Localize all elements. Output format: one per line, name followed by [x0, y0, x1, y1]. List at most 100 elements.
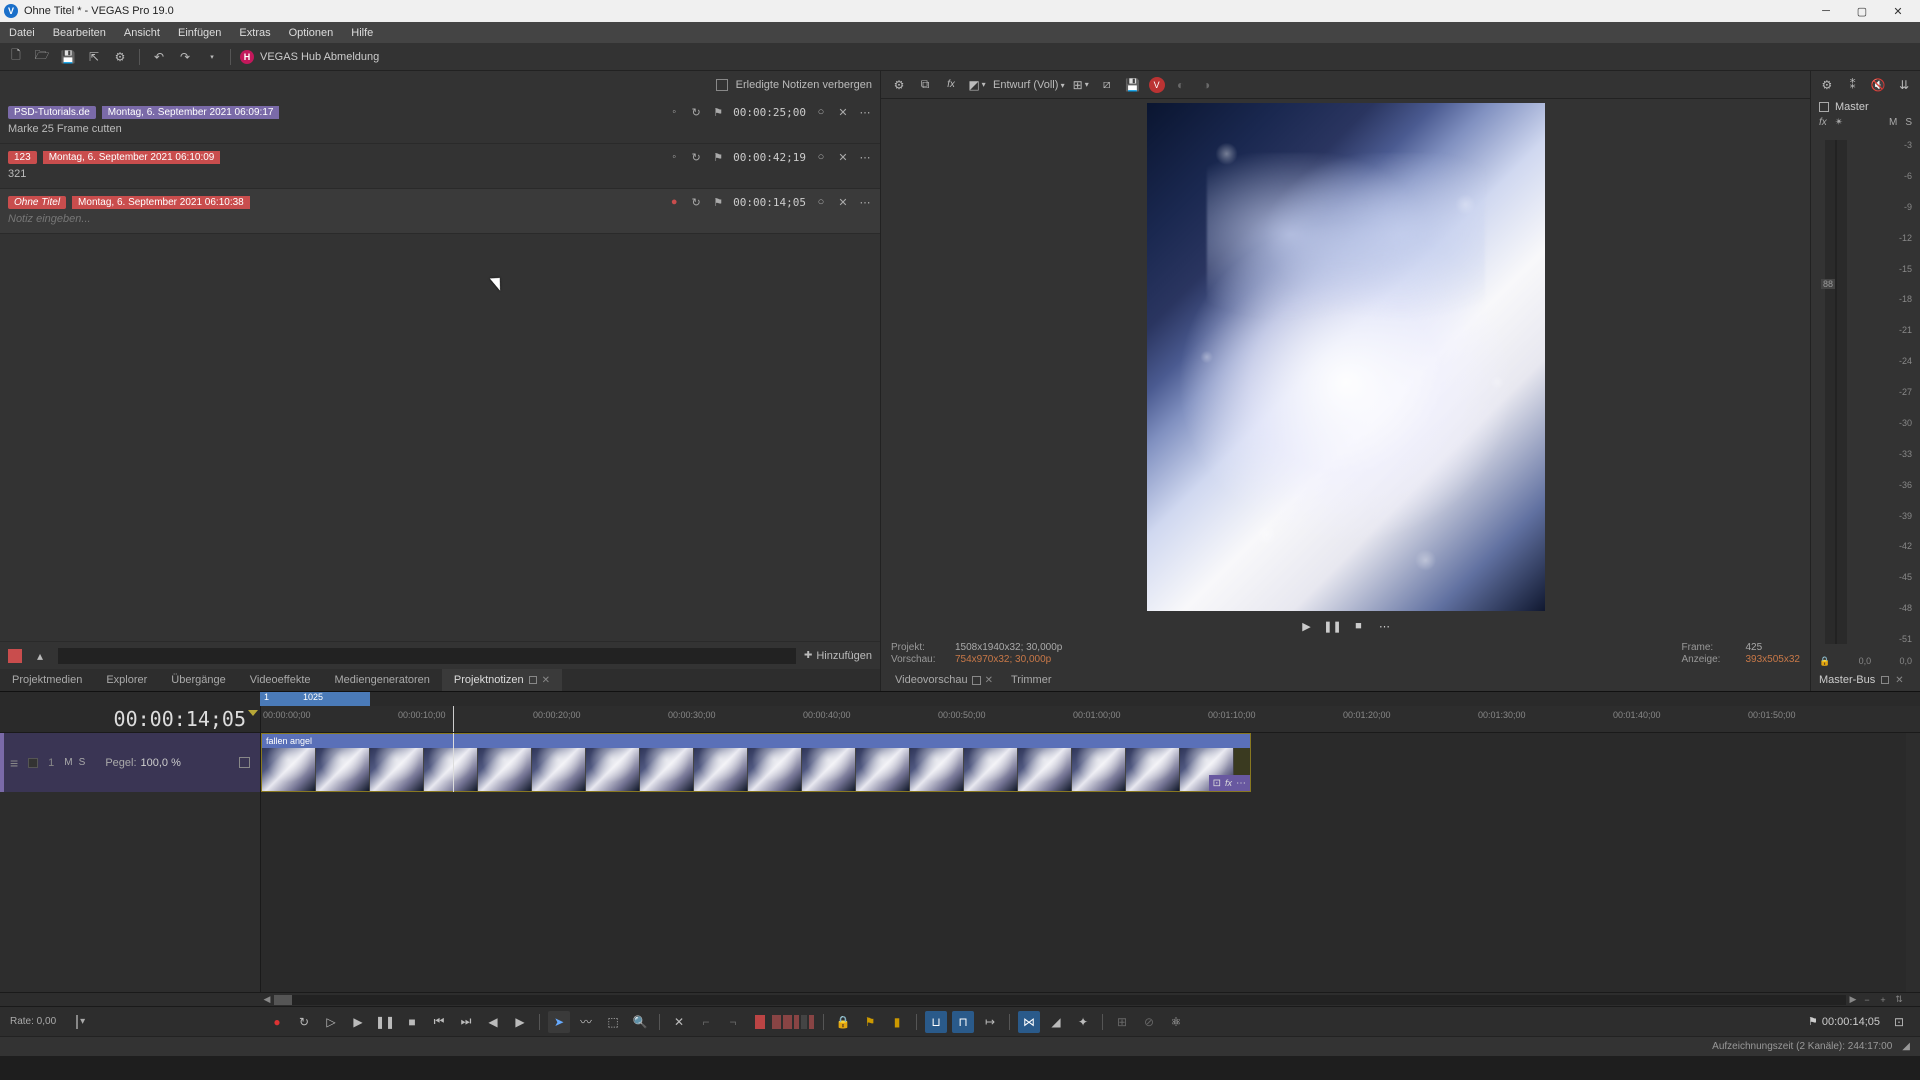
- mixer-icon[interactable]: ✦: [1072, 1011, 1094, 1033]
- tab-uebergaenge[interactable]: Übergänge: [159, 669, 237, 691]
- note-flag-icon[interactable]: ⚑: [711, 150, 725, 164]
- preview-quality-dropdown[interactable]: Entwurf (Voll): [993, 79, 1065, 91]
- note-assign-icon[interactable]: ↻: [689, 195, 703, 209]
- note-done-icon[interactable]: ○: [814, 150, 828, 164]
- preview-pause-icon[interactable]: ❚❚: [1325, 618, 1341, 634]
- note-body[interactable]: Marke 25 Frame cutten: [8, 123, 872, 135]
- preview-overlay-icon[interactable]: ⧄: [1097, 75, 1117, 95]
- master-solo-button[interactable]: S: [1905, 117, 1912, 128]
- clip-fx-icon[interactable]: fx: [1225, 778, 1232, 788]
- timeline-empty[interactable]: [0, 792, 1920, 992]
- master-tab[interactable]: Master-Bus ✕: [1811, 669, 1920, 691]
- note-more-icon[interactable]: ⋯: [858, 150, 872, 164]
- tab-undock-icon[interactable]: [529, 676, 537, 684]
- note-done-icon[interactable]: ○: [814, 105, 828, 119]
- tab-close-icon[interactable]: ✕: [985, 675, 993, 686]
- track-solo-button[interactable]: S: [79, 757, 86, 768]
- preview-adjust2-icon[interactable]: ◑: [1197, 75, 1217, 95]
- maximize-button[interactable]: ▢: [1844, 1, 1880, 21]
- master-downmix-icon[interactable]: ⇊: [1894, 75, 1914, 95]
- note-delete-icon[interactable]: ✕: [836, 195, 850, 209]
- timeline-markers[interactable]: 1 1025: [0, 692, 1920, 706]
- hide-done-checkbox[interactable]: [716, 79, 728, 91]
- master-dim-icon[interactable]: ⁑: [1843, 75, 1863, 95]
- go-start-icon[interactable]: ⏮: [428, 1011, 450, 1033]
- note-assign-icon[interactable]: ↻: [689, 105, 703, 119]
- properties-icon[interactable]: ⚙: [110, 47, 130, 67]
- marker-label[interactable]: 1025: [300, 692, 326, 702]
- menu-datei[interactable]: Datei: [0, 22, 44, 43]
- note-more-icon[interactable]: ⋯: [858, 195, 872, 209]
- note-item[interactable]: PSD-Tutorials.de Montag, 6. September 20…: [0, 99, 880, 144]
- master-settings-icon[interactable]: ⚙: [1817, 75, 1837, 95]
- track-lane[interactable]: fallen angel ⊡ fx ⋯: [260, 733, 1906, 792]
- transport-timecode[interactable]: ⚑ 00:00:14;05: [1808, 1015, 1880, 1028]
- preview-grid-icon[interactable]: ⊞: [1071, 75, 1091, 95]
- timeline-timecode[interactable]: 00:00:14;05: [0, 706, 260, 732]
- envelope-edit-icon[interactable]: 〰: [575, 1011, 597, 1033]
- new-icon[interactable]: 🗋: [6, 47, 26, 67]
- track-mute-button[interactable]: M: [64, 757, 72, 768]
- note-color-icon[interactable]: ●: [667, 195, 681, 209]
- tab-videoeffekte[interactable]: Videoeffekte: [238, 669, 323, 691]
- tab-undock-icon[interactable]: [1881, 676, 1889, 684]
- playhead[interactable]: [453, 706, 454, 732]
- master-mute-icon[interactable]: 🔇: [1869, 75, 1889, 95]
- zoom-v-icon[interactable]: ⇅: [1892, 993, 1906, 1007]
- snap-icon[interactable]: ⊔: [925, 1011, 947, 1033]
- track-record-icon[interactable]: [28, 758, 38, 768]
- note-delete-icon[interactable]: ✕: [836, 105, 850, 119]
- timeline-ruler[interactable]: 00:00:00;00 00:00:10;00 00:00:20;00 00:0…: [260, 706, 1906, 732]
- note-body[interactable]: 321: [8, 168, 872, 180]
- autoripple-icon[interactable]: ↦: [979, 1011, 1001, 1033]
- split-icon[interactable]: [749, 1011, 771, 1033]
- note-color-swatch[interactable]: [8, 649, 22, 663]
- status-resize-icon[interactable]: ◢: [1902, 1041, 1910, 1052]
- play-start-icon[interactable]: ▷: [320, 1011, 342, 1033]
- video-clip[interactable]: fallen angel ⊡ fx ⋯: [261, 733, 1251, 792]
- note-more-icon[interactable]: ⋯: [858, 105, 872, 119]
- note-assign-icon[interactable]: ↻: [689, 150, 703, 164]
- autofade-icon[interactable]: ◢: [1045, 1011, 1067, 1033]
- menu-optionen[interactable]: Optionen: [280, 22, 343, 43]
- tab-explorer[interactable]: Explorer: [94, 669, 159, 691]
- note-flag-icon[interactable]: ⚑: [711, 195, 725, 209]
- preview-stop-icon[interactable]: ■: [1351, 618, 1367, 634]
- preview-viewport[interactable]: [881, 99, 1810, 614]
- undo-icon[interactable]: ↶: [149, 47, 169, 67]
- select-edit-icon[interactable]: ⬚: [602, 1011, 624, 1033]
- vegas-hub[interactable]: H VEGAS Hub Abmeldung: [240, 50, 379, 64]
- split3-icon[interactable]: [793, 1011, 815, 1033]
- close-button[interactable]: ✕: [1880, 1, 1916, 21]
- tab-close-icon[interactable]: ✕: [542, 675, 550, 686]
- save-icon[interactable]: 💾: [58, 47, 78, 67]
- scroll-track[interactable]: [274, 995, 1846, 1005]
- track-header[interactable]: ≡ 1 M S Pegel: 100,0 %: [0, 733, 260, 792]
- marker-icon[interactable]: ⚑: [859, 1011, 881, 1033]
- preview-external-icon[interactable]: ⧉: [915, 75, 935, 95]
- play-icon[interactable]: ▶: [347, 1011, 369, 1033]
- sync-icon[interactable]: ⊡: [1888, 1011, 1910, 1033]
- minimize-button[interactable]: ─: [1808, 1, 1844, 21]
- note-title-input[interactable]: [58, 648, 796, 664]
- preview-snapshot-icon[interactable]: 💾: [1123, 75, 1143, 95]
- pegel-value[interactable]: 100,0 %: [141, 757, 181, 769]
- note-done-icon[interactable]: ○: [814, 195, 828, 209]
- tab-projektnotizen[interactable]: Projektnotizen ✕: [442, 669, 562, 691]
- note-item[interactable]: 123 Montag, 6. September 2021 06:10:09 ◦…: [0, 144, 880, 189]
- master-fx-icon[interactable]: fx: [1819, 117, 1827, 128]
- tab-trimmer[interactable]: Trimmer: [1003, 672, 1060, 688]
- zoom-edit-icon[interactable]: 🔍: [629, 1011, 651, 1033]
- preview-play-icon[interactable]: ▶: [1299, 618, 1315, 634]
- note-swatch-expand-icon[interactable]: ▴: [30, 646, 50, 666]
- hw-accel-icon[interactable]: ⚛: [1165, 1011, 1187, 1033]
- menu-bearbeiten[interactable]: Bearbeiten: [44, 22, 115, 43]
- tab-close-icon[interactable]: ✕: [1895, 675, 1903, 686]
- scroll-thumb[interactable]: [274, 995, 292, 1005]
- add-note-button[interactable]: 🞦 Hinzufügen: [804, 649, 872, 662]
- split2-icon[interactable]: [771, 1011, 793, 1033]
- quantize-icon[interactable]: ⊓: [952, 1011, 974, 1033]
- trim-start-icon[interactable]: ⌐: [695, 1011, 717, 1033]
- preview-more-icon[interactable]: ⋯: [1377, 618, 1393, 634]
- next-frame-icon[interactable]: ▶: [509, 1011, 531, 1033]
